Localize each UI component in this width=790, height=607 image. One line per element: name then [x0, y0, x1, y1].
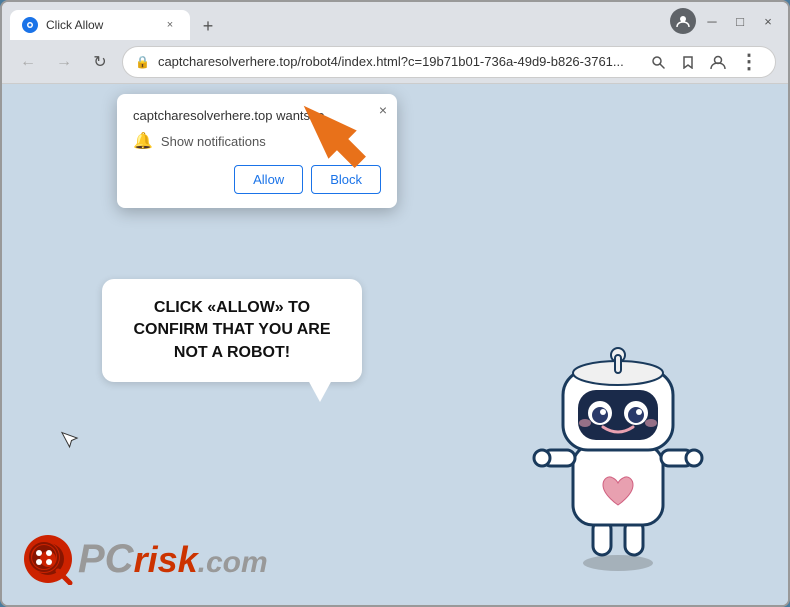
speech-text: CLICK «ALLOW» TO CONFIRM THAT YOU ARE NO… [133, 299, 330, 361]
pcrisk-text: PCrisk.com [78, 537, 268, 582]
notification-label: Show notifications [161, 134, 266, 149]
menu-button[interactable]: ⋮ [735, 48, 763, 76]
account-icon[interactable] [705, 49, 731, 75]
profile-icon[interactable] [670, 8, 696, 34]
minimize-button[interactable]: ─ [700, 9, 724, 33]
robot-character [528, 335, 708, 575]
active-tab[interactable]: Click Allow × [10, 10, 190, 40]
address-actions: ⋮ [645, 48, 763, 76]
browser-window: Click Allow × + ─ □ × ← → ↻ 🔒 captchares… [0, 0, 790, 607]
pcrisk-logo: PCrisk.com [22, 533, 268, 585]
pcrisk-dot-com: .com [198, 546, 268, 580]
pcrisk-risk: risk [134, 539, 198, 581]
bookmark-icon[interactable] [675, 49, 701, 75]
cursor-indicator [60, 427, 85, 459]
tab-close-btn[interactable]: × [162, 17, 178, 33]
url-display: captcharesolverhere.top/robot4/index.htm… [158, 54, 637, 69]
address-field[interactable]: 🔒 captcharesolverhere.top/robot4/index.h… [122, 46, 776, 78]
refresh-button[interactable]: ↻ [86, 48, 114, 76]
window-controls: ─ □ × [670, 8, 780, 34]
pcrisk-pc: PC [78, 537, 134, 582]
lock-icon: 🔒 [135, 55, 150, 69]
bell-icon: 🔔 [133, 131, 153, 151]
page-content: captcharesolverhere.top wants to × 🔔 Sho… [2, 84, 788, 605]
pcrisk-icon [22, 533, 74, 585]
address-bar: ← → ↻ 🔒 captcharesolverhere.top/robot4/i… [2, 40, 788, 84]
search-icon[interactable] [645, 49, 671, 75]
back-button[interactable]: ← [14, 48, 42, 76]
arrow-indicator [292, 89, 372, 184]
new-tab-button[interactable]: + [194, 12, 222, 40]
tab-favicon [22, 17, 38, 33]
tab-title: Click Allow [46, 18, 154, 32]
close-button[interactable]: × [756, 9, 780, 33]
title-bar: Click Allow × + ─ □ × [2, 2, 788, 40]
tab-area: Click Allow × + [10, 2, 666, 40]
popup-close-btn[interactable]: × [379, 102, 387, 118]
maximize-button[interactable]: □ [728, 9, 752, 33]
forward-button[interactable]: → [50, 48, 78, 76]
speech-bubble: CLICK «ALLOW» TO CONFIRM THAT YOU ARE NO… [102, 279, 362, 382]
